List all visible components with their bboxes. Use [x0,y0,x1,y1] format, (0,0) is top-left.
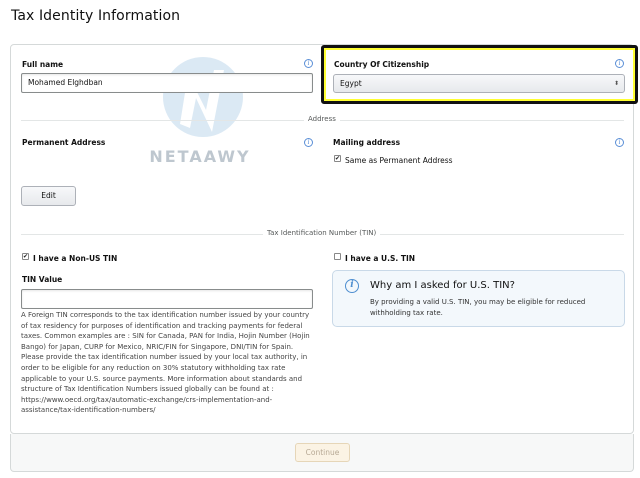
permanent-address-info-icon[interactable]: i [304,138,313,147]
citizenship-select-value: Egypt [340,79,362,88]
permanent-address-label: Permanent Address [22,138,106,147]
citizenship-label: Country Of Citizenship [334,60,430,69]
mailing-address-label: Mailing address [333,138,401,147]
address-section-label: Address [304,115,340,123]
mailing-address-info-icon[interactable]: i [615,138,624,147]
tin-section-label: Tax Identification Number (TIN) [263,229,381,237]
full-name-info-icon[interactable]: i [304,59,313,68]
same-as-permanent-label: Same as Permanent Address [345,156,453,165]
tin-value-input[interactable] [21,289,313,309]
watermark-logo: NETAAWY [128,52,273,167]
select-arrow-icon: ⬍ [613,80,619,87]
us-tin-label: I have a U.S. TIN [345,254,416,263]
page-title: Tax Identity Information [11,8,181,24]
non-us-tin-checkbox[interactable]: ✔ [22,253,29,260]
us-tin-checkbox[interactable] [334,253,341,260]
us-tin-info-box: i Why am I asked for U.S. TIN? By provid… [332,270,625,327]
info-circle-icon: i [345,279,359,293]
citizenship-select[interactable]: Egypt ⬍ [333,74,625,93]
continue-button[interactable]: Continue [295,443,350,462]
tin-help-text: A Foreign TIN corresponds to the tax ide… [21,311,310,415]
us-tin-info-body: By providing a valid U.S. TIN, you may b… [370,298,586,317]
full-name-input[interactable]: Mohamed Elghdban [21,73,313,93]
watermark-text: NETAAWY [149,147,250,166]
same-as-permanent-checkbox[interactable]: ✔ [334,155,341,162]
edit-address-button[interactable]: Edit [21,186,76,206]
full-name-label: Full name [22,60,64,69]
citizenship-info-icon[interactable]: i [615,59,624,68]
us-tin-info-title: Why am I asked for U.S. TIN? [370,280,515,291]
tin-value-label: TIN Value [22,275,63,284]
non-us-tin-label: I have a Non-US TIN [33,254,118,263]
